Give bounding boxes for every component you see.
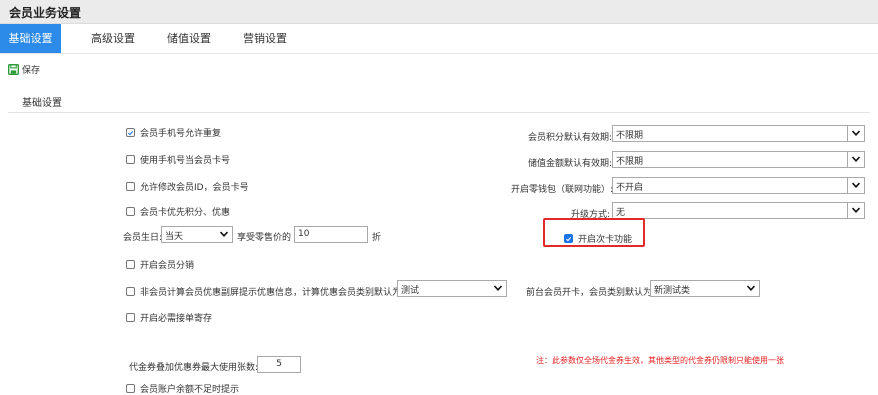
discount-value: 10 — [298, 229, 310, 239]
member-distribution-checkbox[interactable] — [126, 260, 135, 269]
discount-label: 享受零售价的 — [237, 233, 292, 243]
allow-modify-id-checkbox[interactable] — [126, 182, 135, 191]
must-pick-order-option[interactable]: 开启必需接单寄存 — [126, 311, 212, 324]
chevron-down-icon — [847, 152, 864, 167]
non-member-prompt-option[interactable]: 非会员计算会员优惠副屏提示优惠信息，计算优惠会员类别默认为 — [126, 285, 401, 298]
chevron-down-icon — [847, 203, 864, 218]
birthday-select[interactable]: 当天 — [161, 226, 233, 243]
upgrade-mode-value: 无 — [616, 208, 626, 218]
chevron-down-icon — [490, 281, 506, 296]
points-validity-select[interactable]: 不限期 — [612, 125, 865, 142]
save-button[interactable]: 保存 — [8, 62, 40, 76]
front-open-card-label: 前台会员开卡，会员类别默认为 — [526, 288, 653, 298]
tab-advanced-settings[interactable]: 高级设置 — [80, 24, 146, 53]
member-distribution-option[interactable]: 开启会员分销 — [126, 258, 194, 271]
section-title: 基础设置 — [22, 98, 62, 109]
times-card-option[interactable]: 开启次卡功能 — [564, 232, 632, 245]
phone-repeat-label: 会员手机号允许重复 — [140, 129, 222, 139]
tab-basic-settings[interactable]: 基础设置 — [0, 24, 61, 53]
retail-wallet-value: 不开启 — [616, 183, 644, 193]
upgrade-mode-select[interactable]: 无 — [612, 202, 865, 219]
front-open-card-value: 新测试类 — [654, 286, 691, 296]
coupon-limit-input[interactable]: 5 — [257, 356, 301, 373]
card-priority-label: 会员卡优先积分、优惠 — [140, 208, 231, 218]
retail-wallet-select[interactable]: 不开启 — [612, 177, 865, 194]
points-validity-label: 会员积分默认有效期: — [528, 133, 613, 143]
section-divider — [8, 112, 870, 113]
tab-marketing-settings[interactable]: 营销设置 — [232, 24, 298, 53]
card-priority-checkbox[interactable] — [126, 207, 135, 216]
stored-value-validity-select[interactable]: 不限期 — [612, 151, 865, 168]
times-card-checkbox[interactable] — [564, 234, 573, 243]
discount-input[interactable]: 10 — [294, 226, 368, 243]
times-card-label: 开启次卡功能 — [578, 235, 633, 245]
check-icon — [566, 236, 572, 241]
save-icon — [8, 63, 19, 75]
discount-unit: 折 — [372, 233, 382, 243]
toolbar: 保存 — [0, 54, 878, 82]
coupon-limit-label: 代金券叠加优惠券最大使用张数: — [129, 363, 259, 373]
chevron-down-icon — [743, 281, 759, 296]
balance-prompt-checkbox[interactable] — [126, 384, 135, 393]
check-icon — [128, 130, 134, 135]
chevron-down-icon — [216, 227, 232, 242]
phone-as-card-option[interactable]: 使用手机号当会员卡号 — [126, 153, 230, 166]
coupon-limit-value: 5 — [276, 359, 282, 369]
retail-wallet-label: 开启零钱包（联网功能）: — [511, 185, 614, 195]
title-bar: 会员业务设置 — [0, 0, 878, 24]
phone-as-card-checkbox[interactable] — [126, 155, 135, 164]
allow-modify-id-option[interactable]: 允许修改会员ID，会员卡号 — [126, 180, 249, 193]
non-member-type-value: 测试 — [401, 286, 420, 296]
stored-value-validity-label: 储值金额默认有效期: — [528, 159, 613, 169]
card-priority-option[interactable]: 会员卡优先积分、优惠 — [126, 205, 230, 218]
non-member-type-select[interactable]: 测试 — [397, 280, 507, 297]
save-label: 保存 — [22, 65, 41, 76]
chevron-down-icon — [847, 126, 864, 141]
birthday-label: 会员生日: — [123, 233, 163, 243]
stored-value-validity-value: 不限期 — [616, 157, 644, 167]
phone-repeat-option[interactable]: 会员手机号允许重复 — [126, 126, 221, 139]
must-pick-order-checkbox[interactable] — [126, 313, 135, 322]
front-open-card-select[interactable]: 新测试类 — [650, 280, 760, 297]
chevron-down-icon — [847, 178, 864, 193]
tab-stored-value-settings[interactable]: 储值设置 — [156, 24, 222, 53]
tab-bar: 基础设置 高级设置 储值设置 营销设置 — [0, 24, 878, 54]
phone-repeat-checkbox[interactable] — [126, 128, 135, 137]
non-member-prompt-label: 非会员计算会员优惠副屏提示优惠信息，计算优惠会员类别默认为 — [140, 288, 402, 298]
window-title: 会员业务设置 — [9, 6, 82, 20]
allow-modify-id-label: 允许修改会员ID，会员卡号 — [140, 183, 249, 193]
balance-prompt-option[interactable]: 会员账户余额不足时提示 — [126, 382, 239, 395]
balance-prompt-label: 会员账户余额不足时提示 — [140, 385, 240, 395]
non-member-prompt-checkbox[interactable] — [126, 287, 135, 296]
phone-as-card-label: 使用手机号当会员卡号 — [140, 156, 231, 166]
must-pick-order-label: 开启必需接单寄存 — [140, 314, 213, 324]
birthday-select-value: 当天 — [165, 232, 184, 242]
member-distribution-label: 开启会员分销 — [140, 261, 195, 271]
points-validity-value: 不限期 — [616, 131, 644, 141]
coupon-note: 注：此参数仅全场代金券生效，其他类型的代金券仍限制只能使用一张 — [536, 356, 784, 365]
